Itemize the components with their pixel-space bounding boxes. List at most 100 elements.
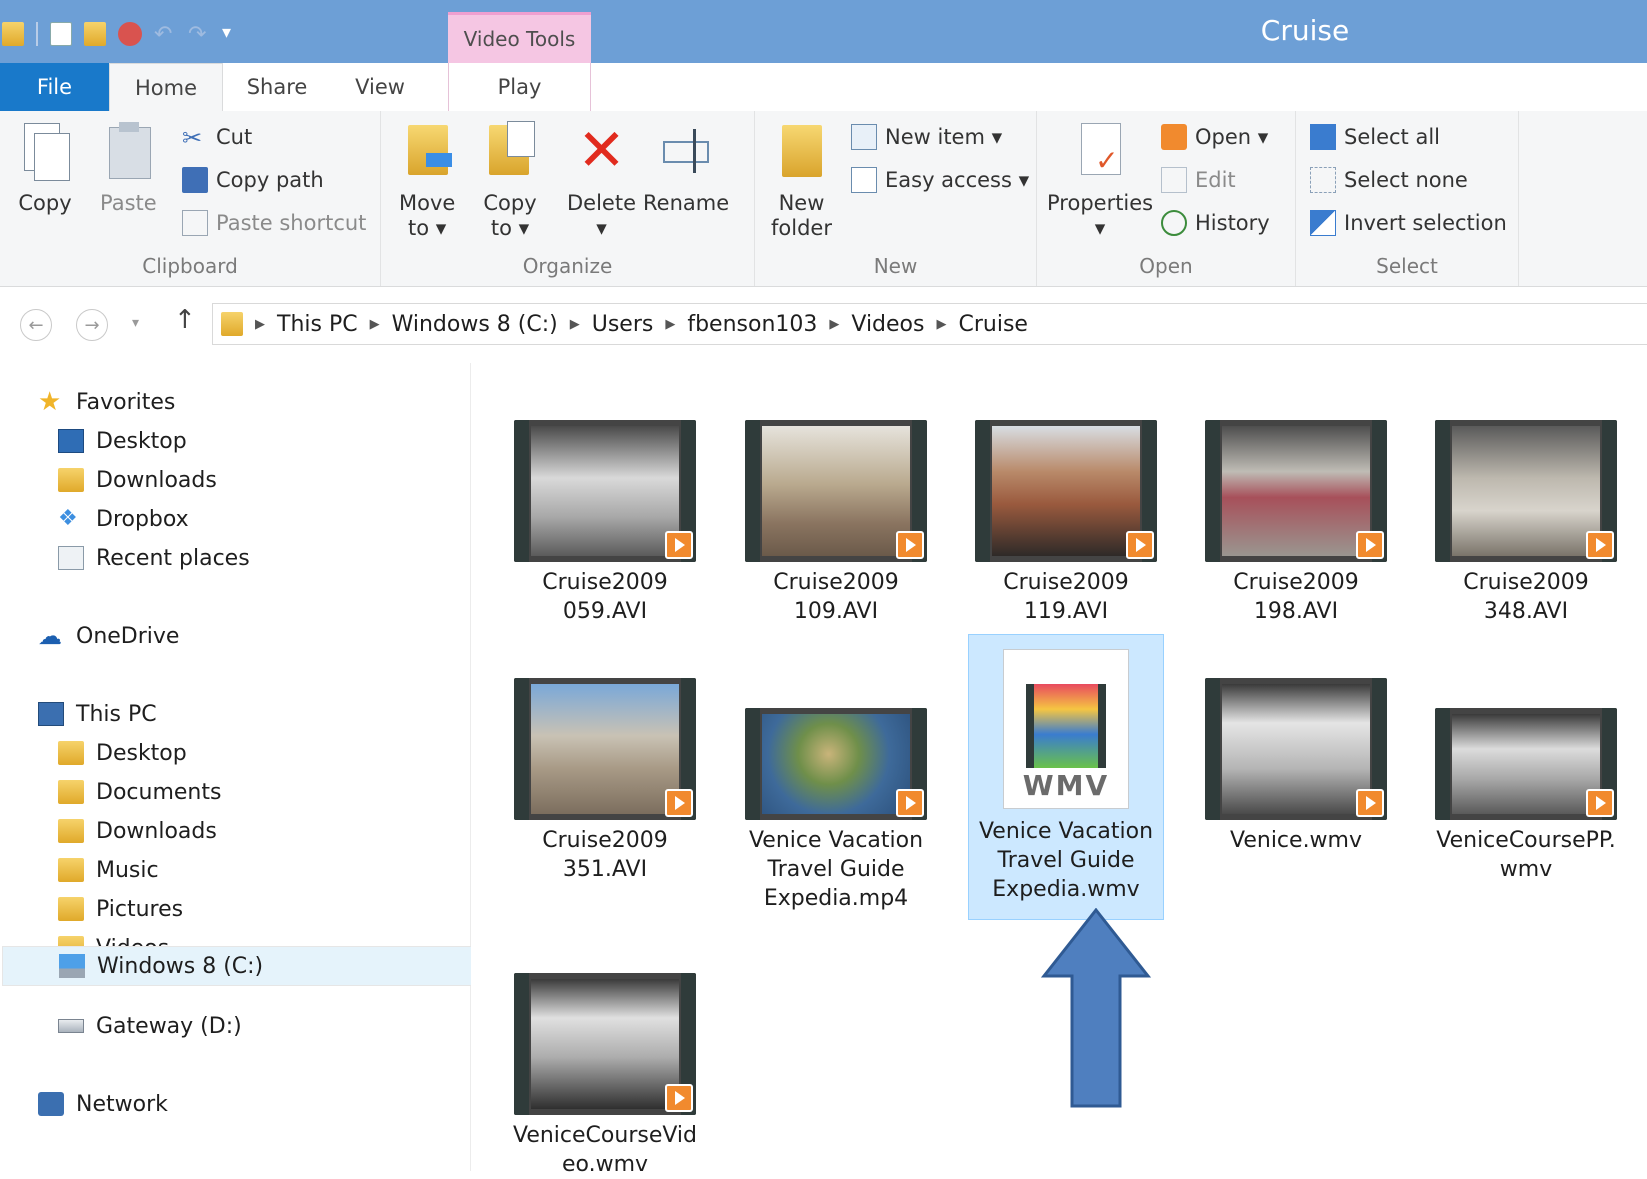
chevron-right-icon[interactable]: ▶ <box>570 317 580 332</box>
new-item-button[interactable]: New item ▾ <box>851 120 1002 154</box>
forward-button[interactable]: → <box>76 309 108 341</box>
nav-fav-downloads[interactable]: Downloads <box>58 460 217 500</box>
redo-icon[interactable]: ↷ <box>188 22 210 47</box>
tab-file[interactable]: File <box>0 63 109 111</box>
file-name: Cruise2009 109.AVI <box>773 570 899 624</box>
open-group: ✓ Properties ▾ Open ▾ Edit History Open <box>1037 111 1296 286</box>
easy-access-icon <box>851 167 877 193</box>
film-strip-icon <box>1205 678 1220 820</box>
video-thumbnail <box>1205 420 1387 562</box>
tab-play[interactable]: Play <box>448 63 591 111</box>
tab-share[interactable]: Share <box>232 63 322 111</box>
nav-pc-downloads[interactable]: Downloads <box>58 811 217 851</box>
file-item-selected[interactable]: WMV Venice Vacation Travel Guide Expedia.w… <box>968 634 1164 920</box>
file-item[interactable]: Cruise2009 109.AVI <box>738 420 934 626</box>
film-strip-icon <box>1435 708 1450 820</box>
nav-pc-pictures[interactable]: Pictures <box>58 889 183 929</box>
new-folder-icon[interactable] <box>84 22 106 46</box>
file-item[interactable]: Cruise2009 198.AVI <box>1198 420 1394 626</box>
file-item[interactable]: Cruise2009 351.AVI <box>507 678 703 884</box>
address-bar[interactable]: ▶ This PC ▶ Windows 8 (C:) ▶ Users ▶ fbe… <box>212 303 1647 345</box>
thumbnail-image <box>992 426 1140 556</box>
easy-access-button[interactable]: Easy access ▾ <box>851 163 1029 197</box>
invert-selection-button[interactable]: Invert selection <box>1310 206 1507 240</box>
folder-icon <box>221 312 243 336</box>
film-strip-icon <box>1435 420 1450 562</box>
nav-pc-gateway[interactable]: Gateway (D:) <box>58 1006 242 1046</box>
breadcrumb-cruise[interactable]: Cruise <box>958 312 1027 337</box>
nav-onedrive[interactable]: ☁ OneDrive <box>38 616 179 656</box>
quick-access-toolbar: ↶ ↷ ▾ <box>0 14 244 54</box>
open-button[interactable]: Open ▾ <box>1161 120 1268 154</box>
file-item[interactable]: Cruise2009 059.AVI <box>507 420 703 626</box>
properties-button[interactable]: ✓ Properties ▾ <box>1047 119 1153 241</box>
file-item[interactable]: VeniceCoursePP. wmv <box>1428 678 1624 884</box>
chevron-right-icon[interactable]: ▶ <box>829 317 839 332</box>
copy-icon <box>18 119 72 181</box>
chevron-right-icon[interactable]: ▶ <box>665 317 675 332</box>
delete-icon[interactable] <box>118 22 142 46</box>
folder-icon[interactable] <box>2 22 24 46</box>
new-folder-icon <box>774 119 828 181</box>
play-badge-icon <box>1586 531 1614 559</box>
delete-button[interactable]: ✕ Delete ▾ <box>567 119 636 241</box>
file-item[interactable]: Cruise2009 119.AVI <box>968 420 1164 626</box>
play-badge-icon <box>896 789 924 817</box>
file-item[interactable]: Cruise2009 348.AVI <box>1428 420 1624 626</box>
copy-to-button[interactable]: Copy to ▾ <box>483 119 537 241</box>
nav-this-pc[interactable]: This PC <box>38 694 157 734</box>
nav-favorites[interactable]: ★ Favorites <box>38 382 175 422</box>
history-button[interactable]: History <box>1161 206 1270 240</box>
chevron-right-icon[interactable]: ▶ <box>370 317 380 332</box>
chevron-right-icon[interactable]: ▶ <box>936 317 946 332</box>
nav-pc-documents[interactable]: Documents <box>58 772 221 812</box>
properties-icon[interactable] <box>50 22 72 46</box>
thumbnail-image <box>1452 426 1600 556</box>
file-item[interactable]: Venice Vacation Travel Guide Expedia.mp4 <box>738 678 934 913</box>
tab-home[interactable]: Home <box>109 63 223 112</box>
file-name: Cruise2009 351.AVI <box>542 828 668 882</box>
cut-button[interactable]: ✂ Cut <box>182 120 252 154</box>
edit-button[interactable]: Edit <box>1161 163 1236 197</box>
back-button[interactable]: ← <box>20 309 52 341</box>
thumbnail-image <box>1222 426 1370 556</box>
copy-path-button[interactable]: Copy path <box>182 163 324 197</box>
nav-fav-dropbox[interactable]: ❖ Dropbox <box>58 499 189 539</box>
copy-path-icon <box>182 167 208 193</box>
nav-pc-music[interactable]: Music <box>58 850 159 890</box>
move-to-button[interactable]: Move to ▾ <box>399 119 455 241</box>
breadcrumb-fbenson103[interactable]: fbenson103 <box>687 312 817 337</box>
new-folder-button[interactable]: New folder <box>771 119 832 241</box>
paste-shortcut-button[interactable]: Paste shortcut <box>182 206 366 240</box>
breadcrumb-this-pc[interactable]: This PC <box>277 312 358 337</box>
nav-pc-windows8[interactable]: Windows 8 (C:) <box>2 946 472 986</box>
copy-button[interactable]: Copy <box>18 119 72 216</box>
nav-network[interactable]: Network <box>38 1084 168 1124</box>
navigation-bar: ← → ▾ ↑ ▶ This PC ▶ Windows 8 (C:) ▶ Use… <box>0 287 1647 363</box>
recent-locations-icon[interactable]: ▾ <box>132 315 139 331</box>
nav-fav-desktop[interactable]: Desktop <box>58 421 187 461</box>
nav-fav-recent[interactable]: Recent places <box>58 538 250 578</box>
window-title: Cruise <box>1260 14 1350 47</box>
file-item[interactable]: Venice.wmv <box>1198 678 1394 855</box>
customize-qat-icon[interactable]: ▾ <box>222 22 244 46</box>
tab-view[interactable]: View <box>340 63 420 111</box>
rename-button[interactable]: Rename <box>643 119 729 216</box>
breadcrumb-videos[interactable]: Videos <box>851 312 924 337</box>
breadcrumb-windows8[interactable]: Windows 8 (C:) <box>392 312 558 337</box>
paste-button[interactable]: Paste <box>100 119 157 216</box>
file-name: Venice.wmv <box>1230 828 1362 853</box>
select-all-button[interactable]: Select all <box>1310 120 1440 154</box>
file-item[interactable]: VeniceCourseVid eo.wmv <box>507 973 703 1179</box>
thumbnail-image <box>531 684 679 814</box>
nav-pc-desktop[interactable]: Desktop <box>58 733 187 773</box>
select-none-button[interactable]: Select none <box>1310 163 1468 197</box>
wmv-badge: WMV <box>1022 769 1110 802</box>
paste-icon <box>101 119 155 181</box>
video-thumbnail <box>1435 708 1617 820</box>
breadcrumb-users[interactable]: Users <box>592 312 654 337</box>
up-arrow-icon[interactable]: ↑ <box>174 305 196 335</box>
undo-icon[interactable]: ↶ <box>154 22 176 47</box>
film-strip-icon <box>745 708 760 820</box>
cloud-icon: ☁ <box>38 622 62 650</box>
